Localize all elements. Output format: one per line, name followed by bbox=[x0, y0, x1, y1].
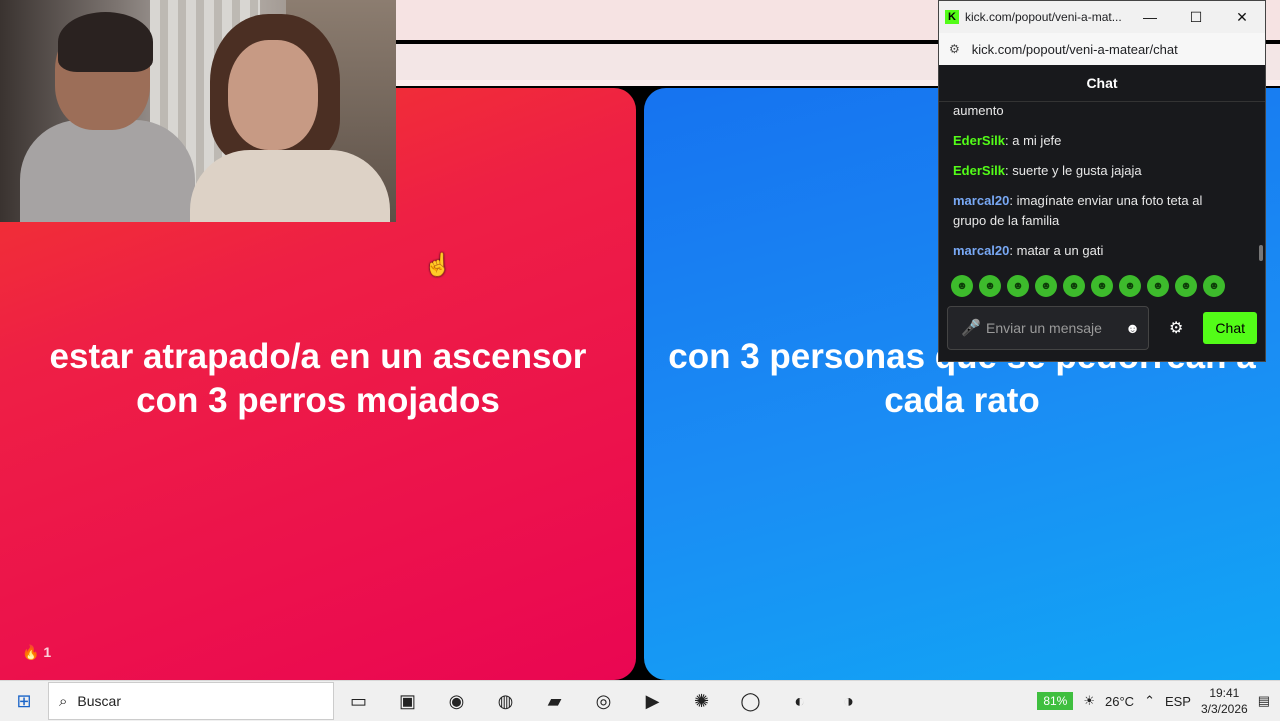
flame-icon: 🔥 bbox=[22, 644, 40, 660]
chat-username[interactable]: marcal20 bbox=[953, 193, 1009, 208]
obs-icon[interactable]: ◑ bbox=[824, 691, 873, 712]
minimize-button[interactable]: — bbox=[1127, 9, 1173, 26]
date: 3/3/2026 bbox=[1200, 702, 1248, 716]
hand-cursor-icon: ☝ bbox=[424, 252, 452, 277]
chat-header: Chat bbox=[939, 65, 1265, 102]
battery-indicator[interactable]: 81% bbox=[1037, 692, 1074, 710]
option-left-text: estar atrapado/a en un ascensor con 3 pe… bbox=[49, 337, 587, 420]
kick-logo-icon: K bbox=[945, 10, 959, 24]
gear-icon[interactable]: ⚙ bbox=[1169, 318, 1183, 338]
person-right-head bbox=[228, 40, 318, 150]
app-icon[interactable]: ▣ bbox=[383, 691, 432, 712]
app-icon[interactable]: ◍ bbox=[481, 691, 530, 712]
emote-icon[interactable]: ☻ bbox=[1007, 275, 1029, 297]
chat-message: marcal20: matar a un gati bbox=[953, 241, 1239, 261]
chat-message-text: : a mi jefe bbox=[1005, 133, 1062, 148]
chat-username[interactable]: marcal20 bbox=[953, 243, 1009, 258]
address-bar[interactable]: ⚙ kick.com/popout/veni-a-matear/chat bbox=[939, 33, 1265, 65]
task-view-icon[interactable]: ▭ bbox=[334, 691, 383, 712]
chat-message: aumento bbox=[953, 101, 1239, 121]
chat-popup-window: K kick.com/popout/veni-a-mat... — ☐ ✕ ⚙ … bbox=[938, 0, 1266, 362]
emote-icon[interactable]: ☻ bbox=[1091, 275, 1113, 297]
vote-count: 1 bbox=[43, 644, 52, 660]
app-icon[interactable]: ✺ bbox=[677, 691, 726, 712]
taskbar: ⊞ ⌕ Buscar ▭ ▣ ◉ ◍ ▰ ◎ ▶ ✺ ◯ ◐ ◑ 81% ☀ 2… bbox=[0, 680, 1280, 721]
windows-start-icon[interactable]: ⊞ bbox=[0, 691, 48, 712]
emote-icon[interactable]: ☻ bbox=[1175, 275, 1197, 297]
time: 19:41 bbox=[1209, 686, 1240, 700]
url-text: kick.com/popout/veni-a-matear/chat bbox=[971, 41, 1178, 57]
folder-icon[interactable]: ▰ bbox=[530, 691, 579, 712]
emote-icon[interactable]: ☻ bbox=[979, 275, 1001, 297]
chat-input-placeholder: Enviar un mensaje bbox=[986, 320, 1102, 336]
edge-icon[interactable]: ◉ bbox=[432, 691, 481, 712]
chat-message: EderSilk: suerte y le gusta jajaja bbox=[953, 161, 1239, 181]
emote-icon[interactable]: ☻ bbox=[1203, 275, 1225, 297]
taskbar-search[interactable]: ⌕ Buscar bbox=[48, 682, 334, 720]
search-icon: ⌕ bbox=[59, 692, 68, 710]
site-settings-icon[interactable]: ⚙ bbox=[949, 42, 960, 56]
emote-icon[interactable]: ☻ bbox=[1119, 275, 1141, 297]
emote-bar: ☻ ☻ ☻ ☻ ☻ ☻ ☻ ☻ ☻ ☻ bbox=[951, 275, 1225, 297]
chat-message: EderSilk: a mi jefe bbox=[953, 131, 1239, 151]
temperature[interactable]: 26°C bbox=[1105, 694, 1134, 709]
person-left-body bbox=[20, 120, 195, 222]
system-tray: 81% ☀ 26°C ⌃ ESP 19:41 3/3/2026 ▤ bbox=[1037, 685, 1280, 717]
chat-input[interactable]: 🎤 Enviar un mensaje ☻ bbox=[947, 306, 1149, 350]
clock[interactable]: 19:41 3/3/2026 bbox=[1201, 685, 1248, 717]
popup-title: kick.com/popout/veni-a-mat... bbox=[965, 10, 1122, 24]
webcam-overlay bbox=[0, 0, 396, 222]
chat-input-row: 🎤 Enviar un mensaje ☻ ⚙ Chat bbox=[947, 305, 1257, 351]
microphone-icon[interactable]: 🎤 bbox=[956, 318, 986, 338]
opera-icon[interactable]: ◯ bbox=[726, 691, 775, 712]
chat-message-text: : matar a un gati bbox=[1009, 243, 1104, 258]
popup-titlebar: K kick.com/popout/veni-a-mat... — ☐ ✕ bbox=[939, 1, 1265, 33]
close-button[interactable]: ✕ bbox=[1219, 9, 1265, 26]
vote-count-badge: 🔥 1 bbox=[22, 644, 51, 661]
maximize-button[interactable]: ☐ bbox=[1173, 9, 1219, 26]
emoji-icon[interactable]: ☻ bbox=[1125, 320, 1140, 336]
chat-scrollbar[interactable] bbox=[1259, 245, 1263, 261]
chat-message-text: : suerte y le gusta jajaja bbox=[1005, 163, 1142, 178]
app-icon[interactable]: ▶ bbox=[628, 691, 677, 712]
person-right-body bbox=[190, 150, 390, 222]
search-label: Buscar bbox=[77, 693, 121, 709]
chat-message: marcal20: imagínate enviar una foto teta… bbox=[953, 191, 1239, 231]
emote-icon[interactable]: ☻ bbox=[1147, 275, 1169, 297]
emote-icon[interactable]: ☻ bbox=[951, 275, 973, 297]
weather-icon[interactable]: ☀ bbox=[1083, 693, 1095, 709]
send-chat-button[interactable]: Chat bbox=[1203, 312, 1257, 344]
chat-username[interactable]: EderSilk bbox=[953, 133, 1005, 148]
headphones-icon[interactable]: ◎ bbox=[579, 691, 628, 712]
notification-icon[interactable]: ▤ bbox=[1258, 693, 1270, 709]
person-left-hair bbox=[58, 12, 153, 72]
chat-message-list[interactable]: aumento EderSilk: a mi jefe EderSilk: suer… bbox=[939, 101, 1253, 266]
emote-icon[interactable]: ☻ bbox=[1063, 275, 1085, 297]
chat-username[interactable]: EderSilk bbox=[953, 163, 1005, 178]
chrome-icon[interactable]: ◐ bbox=[775, 691, 824, 712]
chevron-up-icon[interactable]: ⌃ bbox=[1144, 693, 1155, 709]
emote-icon[interactable]: ☻ bbox=[1035, 275, 1057, 297]
chat-message-text: aumento bbox=[953, 103, 1004, 118]
language[interactable]: ESP bbox=[1165, 694, 1191, 709]
